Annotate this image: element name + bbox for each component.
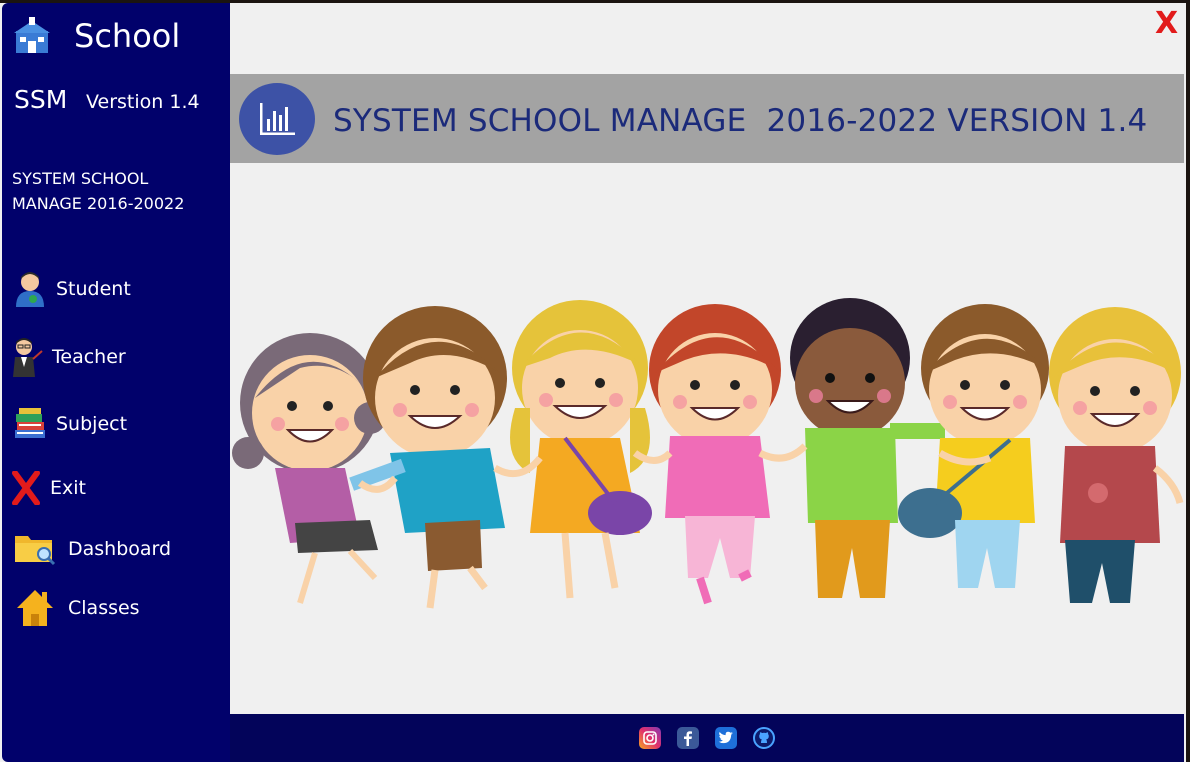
- folder-search-icon: [10, 529, 60, 569]
- bar-chart-icon: [239, 83, 315, 155]
- app-short-name: SSM: [14, 85, 68, 114]
- kid-6-figure: [898, 304, 1049, 588]
- twitter-icon[interactable]: [715, 727, 737, 749]
- header-banner: SYSTEM SCHOOL MANAGE 2016-2022 VERSION 1…: [230, 74, 1184, 163]
- main-window: School SSM Verstion 1.4 SYSTEM SCHOOL MA…: [0, 3, 1186, 762]
- app-description: SYSTEM SCHOOL MANAGE 2016-20022: [12, 166, 222, 216]
- kid-2-figure: [349, 306, 507, 609]
- version-label: Verstion 1.4: [86, 91, 200, 113]
- footer-bar: [230, 714, 1184, 762]
- nav-dashboard-label: Dashboard: [68, 538, 172, 560]
- home-icon: [10, 588, 60, 628]
- kid-7-figure: [1049, 307, 1181, 603]
- facebook-icon[interactable]: [677, 727, 699, 749]
- exit-x-icon: [8, 468, 44, 508]
- close-button[interactable]: X: [1155, 6, 1178, 42]
- instagram-icon[interactable]: [639, 727, 661, 749]
- kid-5-figure: [790, 298, 945, 598]
- nav-dashboard[interactable]: Dashboard: [10, 529, 171, 569]
- banner-title: SYSTEM SCHOOL MANAGE 2016-2022 VERSION 1…: [333, 103, 1148, 139]
- student-icon: [10, 269, 50, 309]
- kids-illustration: [232, 298, 1184, 609]
- nav-exit-label: Exit: [50, 477, 86, 499]
- nav-exit[interactable]: Exit: [8, 468, 86, 508]
- nav-subject[interactable]: Subject: [10, 404, 127, 444]
- nav-classes[interactable]: Classes: [10, 588, 140, 628]
- kid-3-figure: [510, 300, 652, 599]
- nav-student[interactable]: Student: [10, 269, 131, 309]
- books-icon: [10, 404, 50, 444]
- kid-1-figure: [232, 333, 386, 604]
- teacher-icon: [6, 337, 46, 377]
- nav-subject-label: Subject: [56, 413, 128, 435]
- nav-teacher[interactable]: Teacher: [6, 337, 126, 377]
- github-icon[interactable]: [753, 727, 775, 749]
- app-title: School: [74, 17, 181, 55]
- nav-classes-label: Classes: [68, 597, 140, 619]
- sidebar: School SSM Verstion 1.4 SYSTEM SCHOOL MA…: [2, 3, 230, 762]
- nav-teacher-label: Teacher: [52, 346, 126, 368]
- app-header: School: [12, 17, 180, 55]
- nav-student-label: Student: [56, 278, 131, 300]
- description-line-1: SYSTEM SCHOOL: [12, 169, 149, 188]
- school-icon: [14, 17, 50, 53]
- description-line-2: MANAGE 2016-20022: [12, 194, 185, 213]
